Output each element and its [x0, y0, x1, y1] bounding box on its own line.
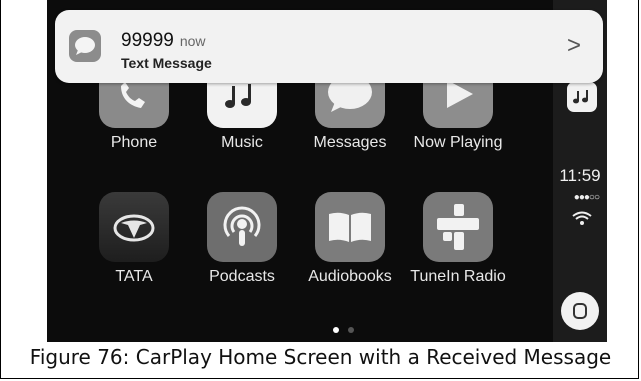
- app-audiobooks[interactable]: Audiobooks: [300, 192, 400, 286]
- app-tunein-radio[interactable]: TuneIn Radio: [408, 192, 508, 286]
- tunein-radio-icon: [423, 192, 493, 262]
- notification-time: now: [179, 33, 206, 49]
- home-button[interactable]: [561, 292, 599, 330]
- wifi-icon: [571, 210, 593, 231]
- app-label: TuneIn Radio: [410, 268, 506, 285]
- podcasts-icon: [207, 192, 277, 262]
- notification-type: Text Message: [121, 55, 212, 71]
- notification-sender: 99999: [121, 30, 174, 51]
- app-label: Podcasts: [209, 268, 275, 285]
- audiobooks-icon: [315, 192, 385, 262]
- notification-banner[interactable]: 99999 now Text Message >: [55, 10, 603, 83]
- page-dot-active: [333, 327, 339, 333]
- app-label: Audiobooks: [308, 268, 392, 285]
- figure-caption: Figure 76: CarPlay Home Screen with a Re…: [29, 345, 612, 369]
- app-label: TATA: [115, 268, 153, 285]
- app-label: Music: [221, 134, 263, 151]
- tata-logo-icon: [99, 192, 169, 262]
- app-tata[interactable]: TATA: [84, 192, 184, 286]
- app-label: Messages: [313, 134, 387, 151]
- page-dot: [348, 327, 354, 333]
- app-podcasts[interactable]: Podcasts: [192, 192, 292, 286]
- app-label: Now Playing: [413, 134, 503, 151]
- page-indicator[interactable]: [333, 320, 363, 338]
- home-square-icon: [573, 303, 587, 319]
- cellular-signal-icon: ●●●○○: [573, 192, 600, 203]
- notification-header: 99999 now: [121, 30, 206, 52]
- message-icon: [69, 30, 101, 62]
- status-time: 11:59: [559, 166, 601, 185]
- now-playing-music-icon[interactable]: [567, 82, 597, 112]
- app-label: Phone: [110, 134, 158, 151]
- chevron-right-icon[interactable]: >: [567, 32, 581, 60]
